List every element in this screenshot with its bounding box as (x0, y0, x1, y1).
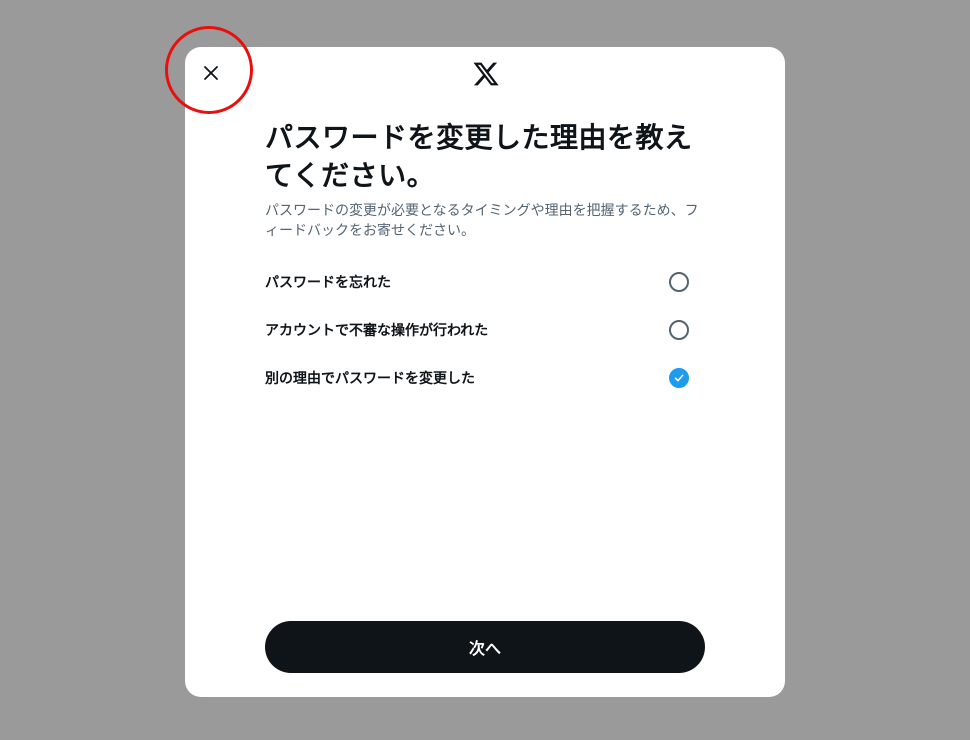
x-logo-icon (473, 62, 499, 86)
dialog-header: パスワードを変更した理由を教えてください。 パスワードの変更が必要となるタイミン… (265, 119, 705, 241)
reason-option-other[interactable]: 別の理由でパスワードを変更した (265, 354, 705, 402)
radio-button[interactable] (669, 320, 689, 340)
checkmark-icon (674, 374, 684, 382)
radio-button[interactable] (669, 272, 689, 292)
option-label: 別の理由でパスワードを変更した (265, 371, 475, 387)
radio-button-checked[interactable] (669, 368, 689, 388)
annotation-circle (165, 26, 253, 114)
dialog-title: パスワードを変更した理由を教えてください。 (265, 121, 693, 192)
reason-option-suspicious[interactable]: アカウントで不審な操作が行われた (265, 306, 705, 354)
option-label: アカウントで不審な操作が行われた (265, 323, 489, 339)
option-label: パスワードを忘れた (265, 275, 391, 291)
reason-options: パスワードを忘れた アカウントで不審な操作が行われた 別の理由でパスワードを変更… (265, 258, 705, 402)
next-button[interactable]: 次へ (265, 621, 705, 673)
dialog-subtitle: パスワードの変更が必要となるタイミングや理由を把握するため、フィードバックをお寄… (265, 203, 699, 239)
reason-option-forgot[interactable]: パスワードを忘れた (265, 258, 705, 306)
reason-dialog: パスワードを変更した理由を教えてください。 パスワードの変更が必要となるタイミン… (185, 47, 785, 697)
